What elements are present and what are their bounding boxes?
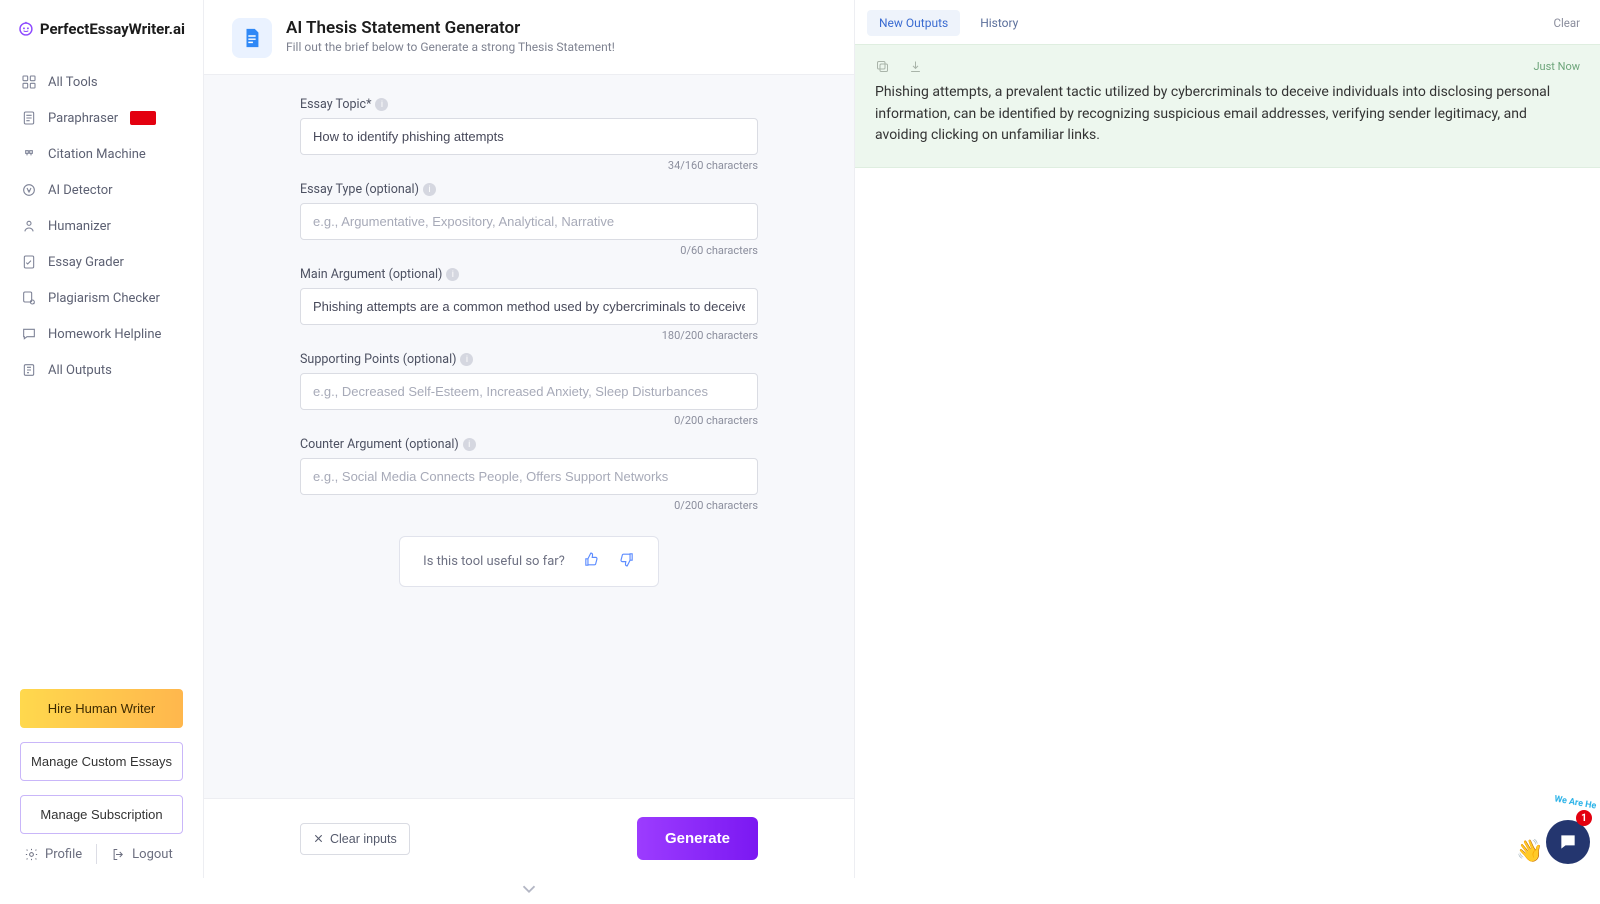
info-icon[interactable]: i: [446, 268, 459, 281]
x-icon: [313, 833, 324, 844]
sidebar-item-plagiarism[interactable]: Plagiarism Checker: [16, 280, 187, 316]
check-doc-icon: [20, 253, 38, 271]
sidebar-item-label: Essay Grader: [48, 255, 124, 270]
counter-input[interactable]: [300, 458, 758, 495]
output-header: New Outputs History Clear: [855, 0, 1600, 44]
logout-label: Logout: [132, 847, 173, 862]
tab-new-outputs[interactable]: New Outputs: [867, 10, 960, 36]
sidebar-item-label: Homework Helpline: [48, 327, 161, 342]
stack-icon: [20, 361, 38, 379]
feedback-box: Is this tool useful so far?: [399, 536, 659, 587]
sidebar-nav: All Tools Paraphraser Citation Machine A…: [0, 64, 203, 679]
brand-icon: [18, 18, 34, 40]
info-icon[interactable]: i: [463, 438, 476, 451]
sidebar-item-label: Paraphraser: [48, 111, 118, 126]
chat-button[interactable]: [1546, 820, 1590, 864]
manage-subscription-button[interactable]: Manage Subscription: [20, 795, 183, 834]
person-icon: [20, 217, 38, 235]
document-icon: [20, 109, 38, 127]
supporting-count: 0/200 characters: [300, 414, 758, 427]
ai-icon: [20, 181, 38, 199]
clear-outputs-link[interactable]: Clear: [1553, 16, 1580, 30]
hire-writer-button[interactable]: Hire Human Writer: [20, 689, 183, 728]
center-panel: AI Thesis Statement Generator Fill out t…: [204, 0, 855, 878]
supporting-label: Supporting Points (optional)i: [300, 352, 758, 367]
profile-label: Profile: [45, 847, 82, 862]
sidebar-item-label: AI Detector: [48, 183, 113, 198]
sidebar-item-all-tools[interactable]: All Tools: [16, 64, 187, 100]
grid-icon: [20, 73, 38, 91]
manage-essays-button[interactable]: Manage Custom Essays: [20, 742, 183, 781]
clear-inputs-label: Clear inputs: [330, 832, 397, 846]
chevron-down-icon[interactable]: [518, 878, 540, 904]
brand-name-b: .ai: [169, 20, 185, 38]
main-argument-input[interactable]: [300, 288, 758, 325]
sidebar-item-label: Citation Machine: [48, 147, 146, 162]
tool-title: AI Thesis Statement Generator: [286, 18, 615, 38]
chat-arc-text: We Are He: [1553, 794, 1597, 811]
sidebar-item-label: Plagiarism Checker: [48, 291, 160, 306]
essay-type-label: Essay Type (optional)i: [300, 182, 758, 197]
sidebar-item-label: Humanizer: [48, 219, 111, 234]
brand-logo[interactable]: PerfectEssayWriter.ai: [0, 18, 203, 64]
sidebar-item-citation[interactable]: Citation Machine: [16, 136, 187, 172]
clear-inputs-button[interactable]: Clear inputs: [300, 823, 410, 855]
output-text: Phishing attempts, a prevalent tactic ut…: [875, 82, 1580, 147]
wave-icon: 👋: [1516, 839, 1543, 864]
sidebar-item-paraphraser[interactable]: Paraphraser: [16, 100, 187, 136]
essay-topic-input[interactable]: [300, 118, 758, 155]
counter-label: Counter Argument (optional)i: [300, 437, 758, 452]
tool-doc-icon: [232, 18, 272, 58]
sidebar-item-homework[interactable]: Homework Helpline: [16, 316, 187, 352]
thumbs-up-icon[interactable]: [583, 551, 600, 572]
info-icon[interactable]: i: [423, 183, 436, 196]
form-area: Essay Topic*i 34/160 characters Essay Ty…: [204, 75, 854, 798]
main-argument-count: 180/200 characters: [300, 329, 758, 342]
copy-icon[interactable]: [875, 59, 890, 74]
essay-type-input[interactable]: [300, 203, 758, 240]
feedback-text: Is this tool useful so far?: [423, 554, 565, 569]
divider: [96, 844, 97, 864]
sidebar-item-grader[interactable]: Essay Grader: [16, 244, 187, 280]
sidebar-item-humanizer[interactable]: Humanizer: [16, 208, 187, 244]
essay-topic-count: 34/160 characters: [300, 159, 758, 172]
output-panel: New Outputs History Clear Just Now Phish…: [855, 0, 1600, 878]
chat-bubble-icon: [1558, 832, 1578, 852]
new-badge: [130, 111, 156, 125]
sidebar: PerfectEssayWriter.ai All Tools Paraphra…: [0, 0, 204, 878]
chat-icon: [20, 325, 38, 343]
tab-history[interactable]: History: [968, 10, 1030, 36]
tool-subtitle: Fill out the brief below to Generate a s…: [286, 40, 615, 54]
search-doc-icon: [20, 289, 38, 307]
thumbs-down-icon[interactable]: [618, 551, 635, 572]
generate-button[interactable]: Generate: [637, 817, 758, 860]
quote-icon: [20, 145, 38, 163]
tool-header: AI Thesis Statement Generator Fill out t…: [204, 0, 854, 75]
gear-icon: [24, 847, 39, 862]
counter-count: 0/200 characters: [300, 499, 758, 512]
supporting-input[interactable]: [300, 373, 758, 410]
output-timestamp: Just Now: [1533, 60, 1580, 73]
essay-topic-label: Essay Topic*i: [300, 97, 758, 112]
sidebar-item-all-outputs[interactable]: All Outputs: [16, 352, 187, 388]
chat-badge: 1: [1576, 810, 1592, 826]
center-footer: Clear inputs Generate: [204, 798, 854, 878]
logout-link[interactable]: Logout: [111, 847, 173, 862]
essay-type-count: 0/60 characters: [300, 244, 758, 257]
output-card: Just Now Phishing attempts, a prevalent …: [855, 44, 1600, 168]
sidebar-item-label: All Outputs: [48, 363, 112, 378]
sidebar-item-label: All Tools: [48, 75, 98, 90]
info-icon[interactable]: i: [460, 353, 473, 366]
profile-link[interactable]: Profile: [24, 847, 82, 862]
sidebar-item-ai-detector[interactable]: AI Detector: [16, 172, 187, 208]
chat-widget[interactable]: We Are He 👋 1: [1534, 808, 1590, 864]
info-icon[interactable]: i: [375, 98, 388, 111]
brand-name-a: PerfectEssayWriter: [40, 20, 169, 38]
main-argument-label: Main Argument (optional)i: [300, 267, 758, 282]
download-icon[interactable]: [908, 59, 923, 74]
logout-icon: [111, 847, 126, 862]
